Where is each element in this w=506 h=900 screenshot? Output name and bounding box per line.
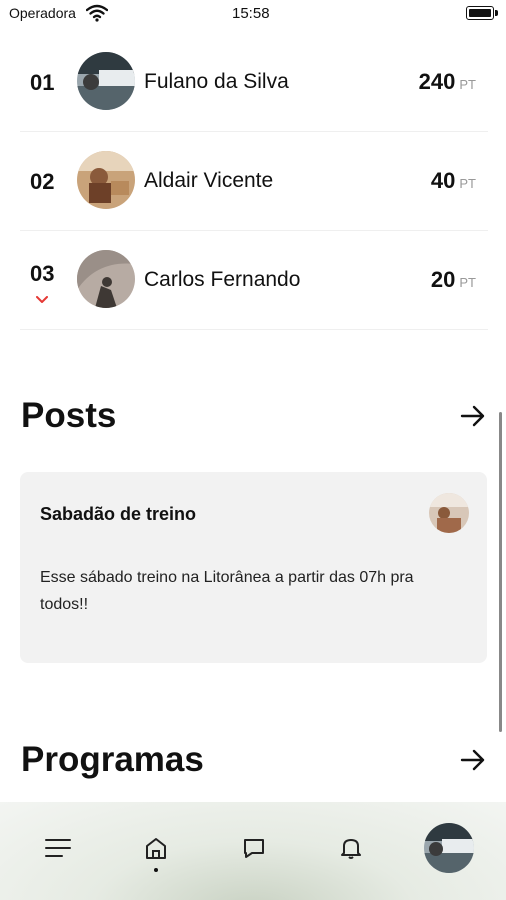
carrier-label: Operadora	[9, 5, 76, 21]
user-name: Aldair Vicente	[144, 169, 274, 192]
score-unit: PT	[459, 77, 476, 92]
bell-icon[interactable]	[335, 832, 367, 864]
trend-down-icon	[36, 296, 48, 303]
home-icon[interactable]	[140, 832, 172, 864]
score-unit: PT	[459, 176, 476, 191]
post-body: Esse sábado treino na Litorânea a partir…	[40, 569, 414, 613]
rank-position: 03	[30, 261, 55, 286]
active-tab-indicator	[154, 868, 158, 872]
app-screen: Operadora 15:58 01 Fulano da Silva 240 PT	[0, 0, 506, 900]
arrow-right-icon[interactable]	[460, 749, 486, 771]
scroll-indicator[interactable]	[499, 412, 502, 732]
posts-section-title: Posts	[21, 396, 117, 435]
clock: 15:58	[232, 5, 270, 22]
programs-section-title: Programas	[21, 740, 204, 779]
post-title: Sabadão de treino	[40, 504, 197, 524]
user-avatar	[77, 250, 135, 308]
user-score: 40 PT	[430, 168, 476, 193]
ranking-row[interactable]: 03 Carlos Fernando 20 PT	[20, 230, 488, 330]
user-name: Carlos Fernando	[144, 268, 301, 291]
menu-icon[interactable]	[42, 832, 74, 864]
ranking-row[interactable]: 02 Aldair Vicente 40 PT	[20, 131, 488, 231]
battery-icon	[466, 6, 498, 20]
wifi-icon	[86, 4, 108, 22]
user-score: 240 PT	[418, 69, 476, 94]
post-author-avatar	[429, 493, 469, 533]
user-name: Fulano da Silva	[144, 70, 289, 93]
user-score: 20 PT	[430, 267, 476, 292]
arrow-right-icon[interactable]	[460, 405, 486, 427]
rank-position: 02	[30, 169, 55, 194]
user-avatar	[77, 52, 135, 110]
post-card[interactable]: Sabadão de treino Esse sábado treino na …	[20, 472, 487, 663]
status-bar: Operadora 15:58	[0, 0, 506, 28]
ranking-row[interactable]: 01 Fulano da Silva 240 PT	[20, 32, 488, 132]
chat-icon[interactable]	[238, 832, 270, 864]
score-unit: PT	[459, 275, 476, 290]
rank-position: 01	[30, 70, 55, 95]
bottom-tab-bar	[0, 802, 506, 900]
user-avatar	[77, 151, 135, 209]
profile-avatar[interactable]	[424, 823, 474, 873]
